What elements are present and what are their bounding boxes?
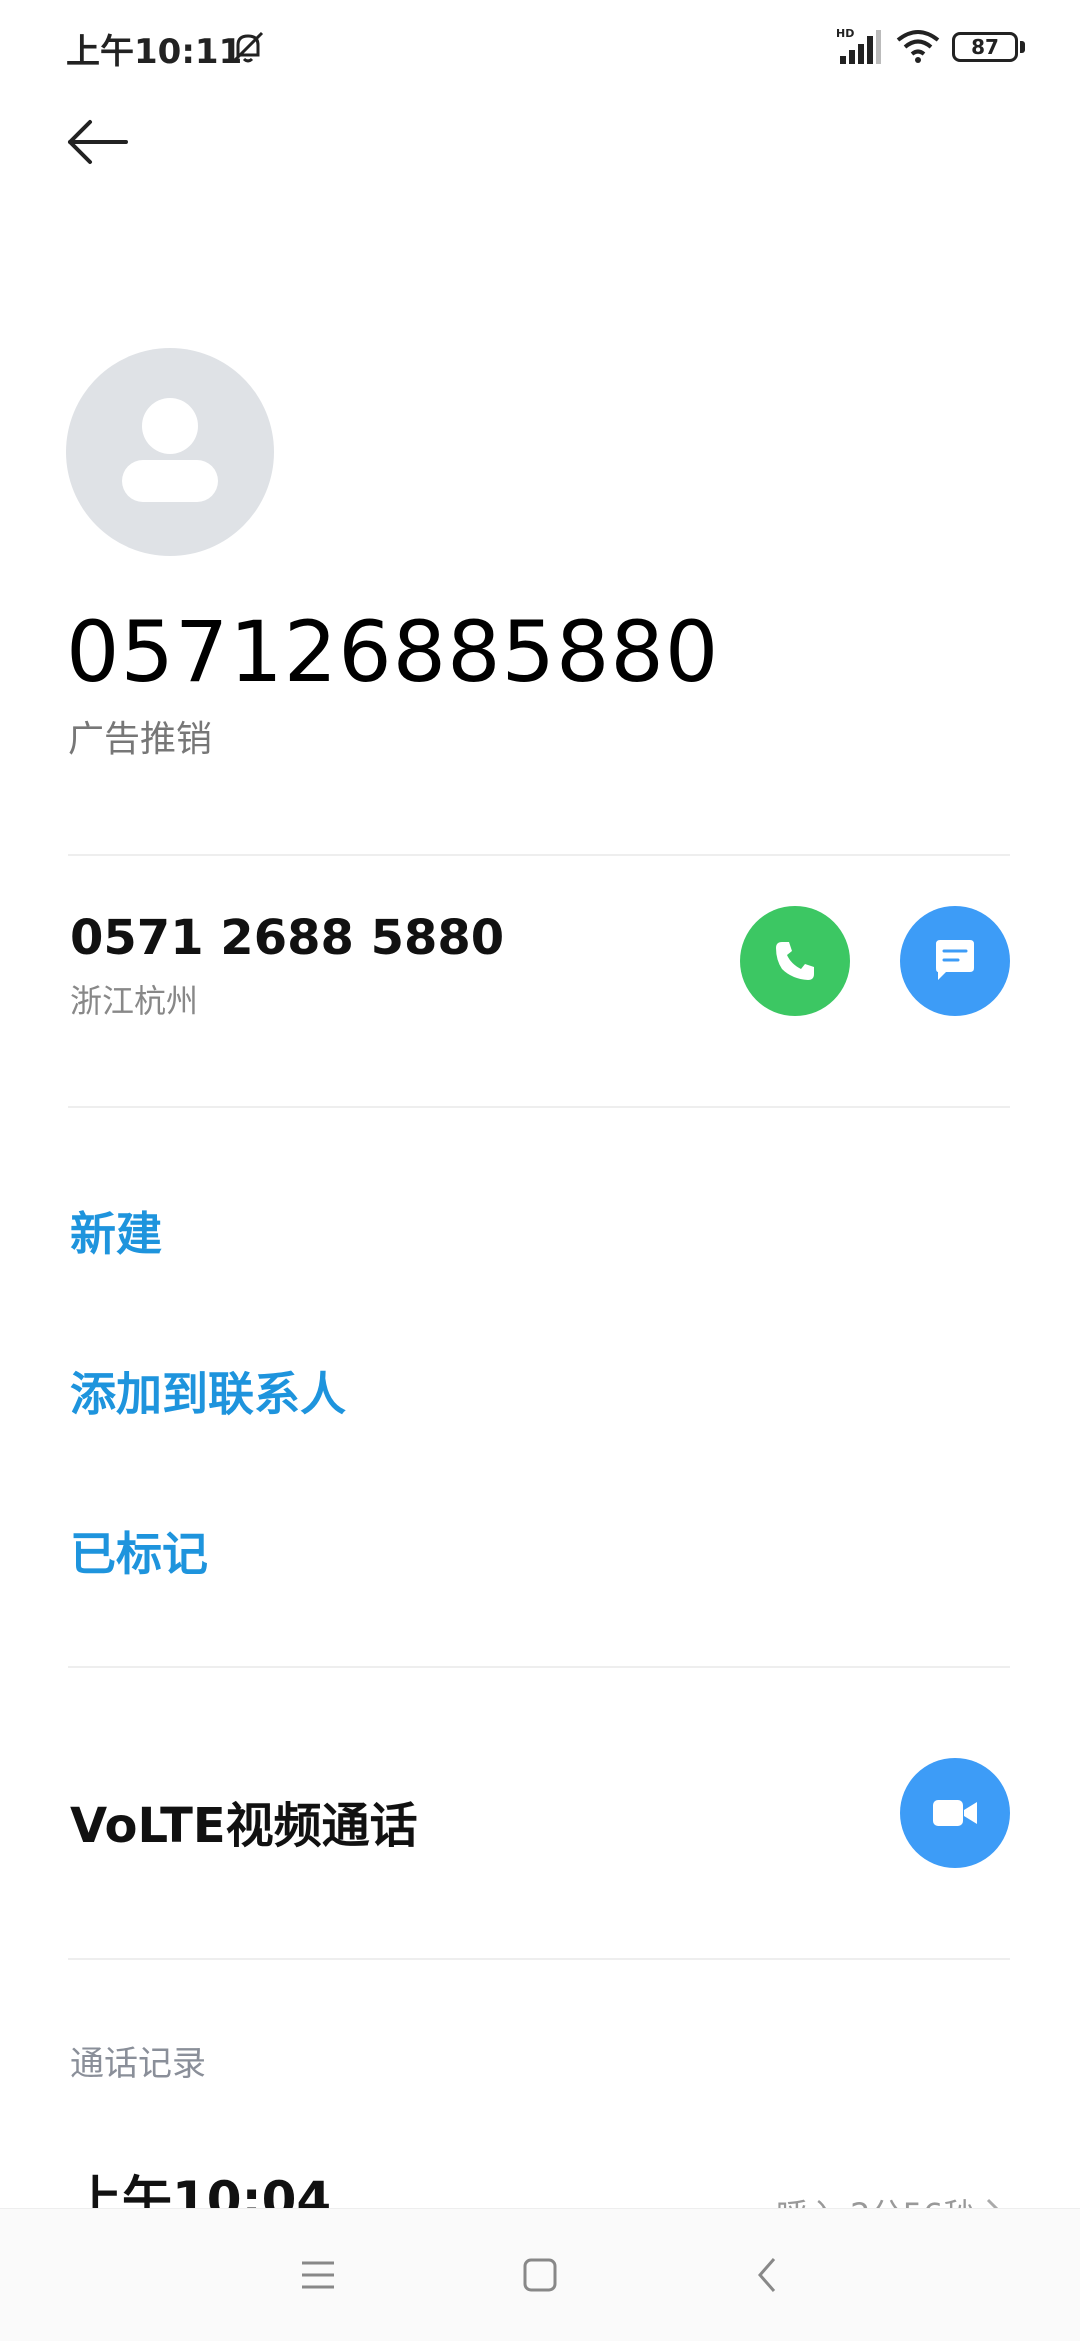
divider — [68, 1666, 1010, 1668]
avatar-body — [122, 460, 218, 502]
call-history-header: 通话记录 — [70, 2044, 206, 2084]
phone-number[interactable]: 0571 2688 5880 — [70, 910, 504, 966]
divider — [68, 1958, 1010, 1960]
new-contact-link[interactable]: 新建 — [70, 1198, 162, 1264]
call-button[interactable] — [740, 906, 850, 1016]
back-arrow-icon[interactable] — [62, 110, 132, 174]
navigation-bar — [0, 2208, 1080, 2341]
notification-muted-icon — [232, 31, 264, 63]
signal-hd-label: HD — [836, 27, 854, 40]
back-nav-icon[interactable] — [746, 2253, 790, 2297]
volte-video-call-label[interactable]: VoLTE视频通话 — [70, 1786, 418, 1856]
battery-tip — [1020, 41, 1025, 53]
home-icon[interactable] — [518, 2253, 562, 2297]
battery-indicator: 87 — [952, 32, 1018, 62]
menu-icon[interactable] — [296, 2253, 340, 2297]
video-call-button[interactable] — [900, 1758, 1010, 1868]
wifi-icon — [896, 30, 940, 63]
divider — [68, 854, 1010, 856]
signal-icon: HD — [836, 27, 881, 64]
message-button[interactable] — [900, 906, 1010, 1016]
add-to-contacts-link[interactable]: 添加到联系人 — [70, 1358, 346, 1424]
divider — [68, 1106, 1010, 1108]
avatar-head — [142, 398, 198, 454]
status-time: 上午10:11 — [66, 32, 243, 72]
message-icon — [936, 940, 974, 980]
marked-link[interactable]: 已标记 — [70, 1518, 208, 1584]
contact-number-title: 057126885880 — [66, 603, 720, 701]
contact-tag: 广告推销 — [68, 719, 213, 760]
phone-location: 浙江杭州 — [70, 982, 199, 1020]
contact-avatar — [66, 348, 274, 556]
status-bar: 上午10:11 HD 87 — [0, 0, 1080, 96]
phone-icon — [776, 942, 814, 980]
video-camera-icon — [933, 1800, 977, 1826]
